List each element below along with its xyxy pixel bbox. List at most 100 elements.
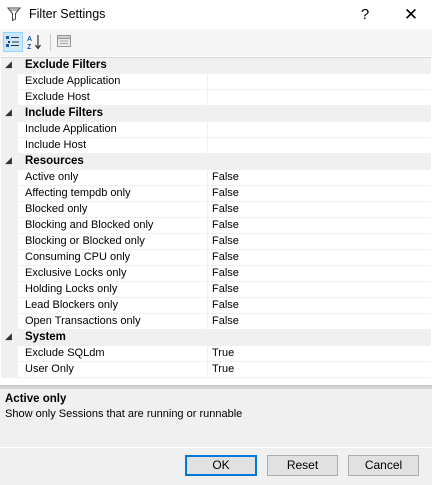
category-resources[interactable]: ◢ Resources	[1, 154, 431, 170]
column-divider	[207, 282, 208, 298]
category-include-filters[interactable]: ◢ Include Filters	[1, 106, 431, 122]
column-divider	[207, 186, 208, 202]
property-name: Exclusive Locks only	[25, 267, 127, 279]
row-gutter	[1, 90, 18, 106]
property-name: Open Transactions only	[25, 315, 141, 327]
column-divider	[207, 90, 208, 106]
row-gutter	[1, 202, 18, 218]
column-divider	[207, 234, 208, 250]
row-gutter	[1, 234, 18, 250]
property-value[interactable]: False	[212, 235, 239, 247]
column-divider	[207, 202, 208, 218]
property-value[interactable]: False	[212, 251, 239, 263]
ok-button[interactable]: OK	[185, 455, 257, 476]
collapse-icon[interactable]: ◢	[5, 108, 14, 117]
property-row-affecting-tempdb-only[interactable]: Affecting tempdb only False	[1, 186, 431, 202]
column-divider	[207, 218, 208, 234]
cancel-button[interactable]: Cancel	[348, 455, 419, 476]
categorized-view-button[interactable]	[3, 32, 23, 52]
category-label: System	[25, 331, 66, 343]
row-gutter	[1, 346, 18, 362]
property-value[interactable]: False	[212, 283, 239, 295]
property-row-blocking-and-blocked-only[interactable]: Blocking and Blocked only False	[1, 218, 431, 234]
property-name: Active only	[25, 171, 79, 183]
property-row-exclude-application[interactable]: Exclude Application	[1, 74, 431, 90]
property-row-exclusive-locks-only[interactable]: Exclusive Locks only False	[1, 266, 431, 282]
property-name: User Only	[25, 363, 74, 375]
svg-text:A: A	[27, 36, 32, 43]
property-value[interactable]: False	[212, 267, 239, 279]
property-name: Exclude SQLdm	[25, 347, 105, 359]
row-gutter	[1, 186, 18, 202]
description-title: Active only	[5, 393, 67, 405]
property-value[interactable]: True	[212, 363, 234, 375]
property-row-blocking-or-blocked-only[interactable]: Blocking or Blocked only False	[1, 234, 431, 250]
filter-icon	[6, 6, 22, 22]
property-row-lead-blockers-only[interactable]: Lead Blockers only False	[1, 298, 431, 314]
property-value[interactable]: False	[212, 219, 239, 231]
property-row-user-only[interactable]: User Only True	[1, 362, 431, 378]
column-divider	[207, 346, 208, 362]
property-value[interactable]: False	[212, 203, 239, 215]
reset-button[interactable]: Reset	[267, 455, 338, 476]
property-value[interactable]: False	[212, 187, 239, 199]
row-gutter	[1, 170, 18, 186]
help-button[interactable]: ?	[342, 0, 388, 29]
property-row-include-host[interactable]: Include Host	[1, 138, 431, 154]
column-divider	[207, 298, 208, 314]
property-row-consuming-cpu-only[interactable]: Consuming CPU only False	[1, 250, 431, 266]
property-value[interactable]: False	[212, 315, 239, 327]
property-name: Include Host	[25, 139, 87, 151]
dialog-footer: OK Reset Cancel	[0, 448, 432, 485]
row-gutter	[1, 298, 18, 314]
property-row-include-application[interactable]: Include Application	[1, 122, 431, 138]
column-divider	[207, 266, 208, 282]
property-pages-button[interactable]	[55, 32, 75, 52]
category-exclude-filters[interactable]: ◢ Exclude Filters	[1, 58, 431, 74]
property-row-holding-locks-only[interactable]: Holding Locks only False	[1, 282, 431, 298]
close-button[interactable]: ✕	[388, 0, 432, 29]
category-label: Include Filters	[25, 107, 103, 119]
column-divider	[207, 250, 208, 266]
title-bar: Filter Settings ? ✕	[0, 0, 432, 29]
row-gutter	[1, 362, 18, 378]
property-value[interactable]: True	[212, 347, 234, 359]
property-name: Holding Locks only	[25, 283, 118, 295]
property-row-active-only[interactable]: Active only False	[1, 170, 431, 186]
property-name: Include Application	[25, 123, 117, 135]
property-name: Blocked only	[25, 203, 88, 215]
property-name: Consuming CPU only	[25, 251, 131, 263]
row-gutter	[1, 266, 18, 282]
toolbar-separator	[50, 34, 51, 51]
category-label: Resources	[25, 155, 84, 167]
property-name: Exclude Application	[25, 75, 121, 87]
collapse-icon[interactable]: ◢	[5, 60, 14, 69]
category-label: Exclude Filters	[25, 59, 107, 71]
row-gutter	[1, 122, 18, 138]
property-row-exclude-sqldm[interactable]: Exclude SQLdm True	[1, 346, 431, 362]
row-gutter	[1, 250, 18, 266]
column-divider	[207, 138, 208, 154]
collapse-icon[interactable]: ◢	[5, 156, 14, 165]
window-title: Filter Settings	[29, 7, 106, 21]
description-panel: Active only Show only Sessions that are …	[0, 389, 432, 447]
row-gutter	[1, 314, 18, 330]
property-row-exclude-host[interactable]: Exclude Host	[1, 90, 431, 106]
column-divider	[207, 362, 208, 378]
property-value[interactable]: False	[212, 171, 239, 183]
row-gutter	[1, 74, 18, 90]
property-name: Exclude Host	[25, 91, 90, 103]
property-row-blocked-only[interactable]: Blocked only False	[1, 202, 431, 218]
property-row-open-transactions-only[interactable]: Open Transactions only False	[1, 314, 431, 330]
property-value[interactable]: False	[212, 299, 239, 311]
property-name: Affecting tempdb only	[25, 187, 131, 199]
description-text: Show only Sessions that are running or r…	[5, 408, 243, 420]
collapse-icon[interactable]: ◢	[5, 332, 14, 341]
column-divider	[207, 314, 208, 330]
row-gutter	[1, 282, 18, 298]
property-name: Blocking and Blocked only	[25, 219, 154, 231]
column-divider	[207, 74, 208, 90]
category-system[interactable]: ◢ System	[1, 330, 431, 346]
svg-text:Z: Z	[27, 44, 32, 51]
alphabetical-view-button[interactable]: A Z	[25, 32, 45, 52]
